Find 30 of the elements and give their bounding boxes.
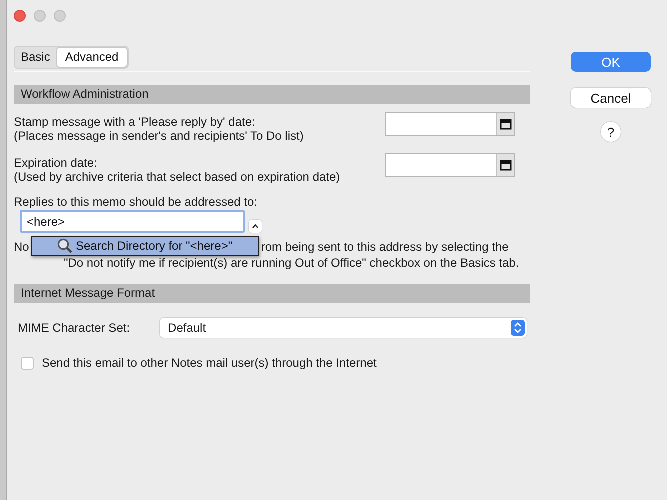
- calendar-icon[interactable]: [496, 154, 514, 176]
- note-text: "Do not notify me if recipient(s) are running Out of Office" checkbox on the Basics tab.: [64, 256, 520, 270]
- charset-select[interactable]: Default: [160, 318, 527, 338]
- suggestion-item[interactable]: Search Directory for "<here>": [31, 236, 259, 256]
- stepper-icon[interactable]: [511, 320, 525, 336]
- field-hint: (Places message in sender's and recipients' To Do list): [14, 129, 304, 143]
- note-text: No: [14, 240, 30, 254]
- field-label: Replies to this memo should be addressed to:: [14, 195, 258, 209]
- caret-icon: [252, 224, 259, 229]
- checkbox-label: Send this email to other Notes mail user(s) through the Internet: [42, 356, 377, 370]
- checkbox[interactable]: [21, 356, 34, 370]
- tab[interactable]: Basic: [15, 47, 56, 68]
- note-text: rom being sent to this address by selecting the: [261, 240, 509, 254]
- caret-button[interactable]: [249, 220, 262, 233]
- tab[interactable]: Advanced: [56, 47, 128, 68]
- field-label: Stamp message with a 'Please reply by' date:: [14, 115, 256, 129]
- field-label: MIME Character Set:: [18, 321, 130, 335]
- close-button[interactable]: [14, 10, 26, 22]
- date-field[interactable]: [385, 112, 515, 136]
- section-header: Internet Message Format: [14, 284, 530, 303]
- ok-button[interactable]: OK: [571, 52, 651, 72]
- help-button[interactable]: ?: [601, 122, 621, 142]
- search-icon: [57, 238, 73, 254]
- address-field[interactable]: <here>: [20, 210, 245, 233]
- calendar-icon[interactable]: [496, 113, 514, 135]
- field-hint: (Used by archive criteria that select based on expiration date): [14, 170, 340, 184]
- field-label: Expiration date:: [14, 156, 98, 170]
- section-header: Workflow Administration: [14, 85, 530, 104]
- date-field[interactable]: [385, 153, 515, 177]
- cancel-button[interactable]: Cancel: [571, 88, 651, 108]
